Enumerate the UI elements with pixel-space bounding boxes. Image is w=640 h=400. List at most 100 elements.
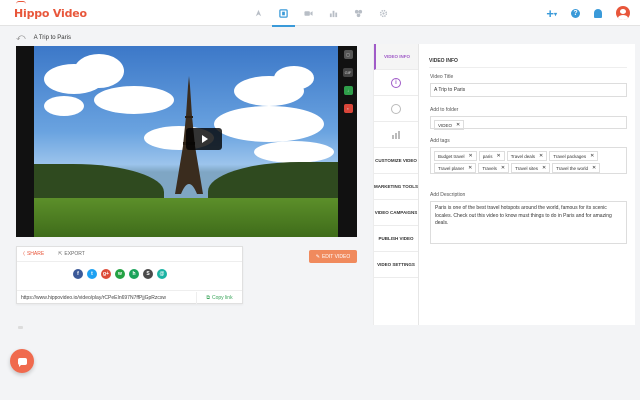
tag-chip: Travel deals ✕ bbox=[506, 151, 548, 161]
tags-label: Add tags bbox=[430, 138, 450, 144]
video-player[interactable]: ▢ GIF ↓ ▪ bbox=[16, 46, 357, 237]
share-icon: ⟨ bbox=[23, 251, 25, 257]
link-icon: ⧉ bbox=[206, 294, 210, 301]
tab-export-label: EXPORT bbox=[64, 251, 85, 257]
tag-label: Travel packages bbox=[553, 153, 587, 159]
folder-chip: VIDEO ✕ bbox=[434, 120, 465, 130]
copy-link-label: Copy link bbox=[212, 294, 233, 301]
tab-video-info[interactable]: VIDEO INFO bbox=[374, 44, 418, 70]
google-plus-icon[interactable]: g+ bbox=[101, 269, 111, 279]
tag-chip: Travel the world ✕ bbox=[552, 163, 601, 173]
email-icon[interactable]: @ bbox=[157, 269, 167, 279]
tab-info[interactable]: i bbox=[374, 70, 418, 96]
close-icon[interactable]: ✕ bbox=[468, 165, 472, 171]
video-info-panel: VIDEO INFO Video Title A Trip to Paris A… bbox=[419, 44, 635, 325]
close-icon[interactable]: ✕ bbox=[497, 153, 501, 159]
tags-input[interactable]: Budget travel ✕ paris ✕ Travel deals ✕ Travel … bbox=[430, 147, 627, 174]
chevron-down-icon: ▾ bbox=[553, 11, 557, 18]
close-icon[interactable]: ✕ bbox=[542, 165, 546, 171]
tab-share-label: SHARE bbox=[26, 251, 45, 257]
top-bar: Hippo Video +▾ ? bbox=[0, 0, 640, 27]
tab-export[interactable]: ⇱ EXPORT bbox=[58, 251, 85, 257]
create-button[interactable]: +▾ bbox=[546, 6, 557, 21]
copy-icon[interactable]: ▢ bbox=[343, 50, 353, 59]
twitter-icon[interactable]: t bbox=[87, 269, 97, 279]
tag-chip: Travel planer ✕ bbox=[434, 163, 477, 173]
edit-video-button[interactable]: ✎ EDIT VIDEO bbox=[309, 250, 357, 263]
tag-chip: Travels ✕ bbox=[478, 163, 510, 173]
nav-settings[interactable] bbox=[371, 0, 396, 26]
export-icon: ⇱ bbox=[58, 251, 63, 257]
tab-video-settings[interactable]: VIDEO SETTINGS bbox=[374, 252, 418, 278]
chat-button[interactable] bbox=[10, 349, 34, 373]
title-label: Video Title bbox=[430, 74, 454, 80]
share-panel: ⟨ SHARE ⇱ EXPORT ft g+ whS @ ⧉ Copy link bbox=[16, 246, 243, 304]
hippo-video-logo[interactable]: Hippo Video bbox=[14, 1, 87, 21]
info-icon: i bbox=[391, 77, 401, 88]
integrations-icon bbox=[354, 9, 363, 17]
help-icon[interactable]: ? bbox=[571, 8, 580, 18]
share-link-row: ⧉ Copy link bbox=[17, 290, 242, 304]
record-icon bbox=[304, 10, 313, 16]
nav-videos[interactable] bbox=[271, 0, 296, 27]
edit-video-label: EDIT VIDEO bbox=[321, 253, 351, 260]
tab-share[interactable]: ⟨ SHARE bbox=[23, 251, 44, 257]
close-icon[interactable]: ✕ bbox=[592, 165, 596, 171]
gear-icon bbox=[379, 9, 388, 17]
play-button[interactable] bbox=[186, 128, 222, 150]
tab-customize-video[interactable]: CUSTOMIZE VIDEO bbox=[374, 148, 418, 174]
tag-label: Travel the world bbox=[556, 165, 589, 171]
tag-label: Travels bbox=[482, 165, 497, 171]
download-icon[interactable]: ↓ bbox=[343, 86, 353, 95]
description-textarea[interactable]: Paris is one of the best travel hotspots… bbox=[430, 201, 627, 244]
page-title: A Trip to Paris bbox=[33, 34, 71, 41]
chat-icon bbox=[17, 357, 27, 367]
bar-chart-icon bbox=[391, 130, 401, 139]
title-input[interactable]: A Trip to Paris bbox=[430, 83, 627, 97]
avatar[interactable] bbox=[616, 6, 630, 20]
nav-launch[interactable] bbox=[246, 0, 271, 26]
comment-icon bbox=[391, 103, 401, 114]
tag-chip: Travel sites ✕ bbox=[511, 163, 551, 173]
tab-marketing-tools[interactable]: MARKETING TOOLS bbox=[374, 174, 418, 200]
copy-link-button[interactable]: ⧉ Copy link bbox=[196, 291, 242, 304]
tag-chip: Budget travel ✕ bbox=[434, 151, 477, 161]
video-tools: ▢ GIF ↓ ▪ bbox=[343, 50, 353, 113]
tab-video-campaigns[interactable]: VIDEO CAMPAIGNS bbox=[374, 200, 418, 226]
nav-record[interactable] bbox=[296, 0, 321, 26]
social-buttons: f t g+ w h S @ bbox=[73, 269, 167, 279]
nav-integrations[interactable] bbox=[346, 0, 371, 26]
tab-comments[interactable] bbox=[374, 96, 418, 122]
description-label: Add Description bbox=[430, 192, 466, 198]
close-icon[interactable]: ✕ bbox=[590, 153, 594, 159]
folder-select[interactable]: VIDEO ✕ bbox=[430, 116, 627, 130]
breadcrumb: ⤺ A Trip to Paris bbox=[16, 32, 71, 43]
rocket-icon bbox=[255, 9, 262, 16]
close-icon[interactable]: ✕ bbox=[539, 153, 543, 159]
analytics-icon bbox=[329, 10, 338, 17]
facebook-icon[interactable]: f bbox=[73, 269, 83, 279]
tag-chip: Travel packages ✕ bbox=[549, 151, 599, 161]
tag-label: Budget travel bbox=[438, 153, 465, 159]
bell-icon[interactable] bbox=[594, 8, 602, 18]
plus-icon: + bbox=[546, 5, 554, 21]
close-icon[interactable]: ✕ bbox=[469, 153, 473, 159]
tab-stats[interactable] bbox=[374, 122, 418, 148]
close-icon[interactable]: ✕ bbox=[501, 165, 505, 171]
gif-button[interactable]: GIF bbox=[343, 68, 353, 77]
trash-icon[interactable]: ▪ bbox=[343, 104, 353, 113]
back-arrow-icon[interactable]: ⤺ bbox=[16, 32, 26, 43]
tag-label: paris bbox=[482, 153, 493, 159]
tag-chip: paris ✕ bbox=[478, 151, 505, 161]
share-link-input[interactable] bbox=[17, 291, 196, 304]
hangouts-icon[interactable]: h bbox=[129, 269, 139, 279]
nav-analytics[interactable] bbox=[321, 0, 346, 26]
play-icon bbox=[202, 135, 208, 143]
tab-publish-video[interactable]: PUBLISH VIDEO bbox=[374, 226, 418, 252]
close-icon[interactable]: ✕ bbox=[456, 122, 460, 128]
logo-text: Hippo Video bbox=[14, 6, 87, 20]
skype-icon[interactable]: S bbox=[143, 269, 153, 279]
whatsapp-icon[interactable]: w bbox=[115, 269, 125, 279]
tag-label: Travel deals bbox=[510, 153, 536, 159]
video-thumbnail bbox=[34, 46, 338, 237]
